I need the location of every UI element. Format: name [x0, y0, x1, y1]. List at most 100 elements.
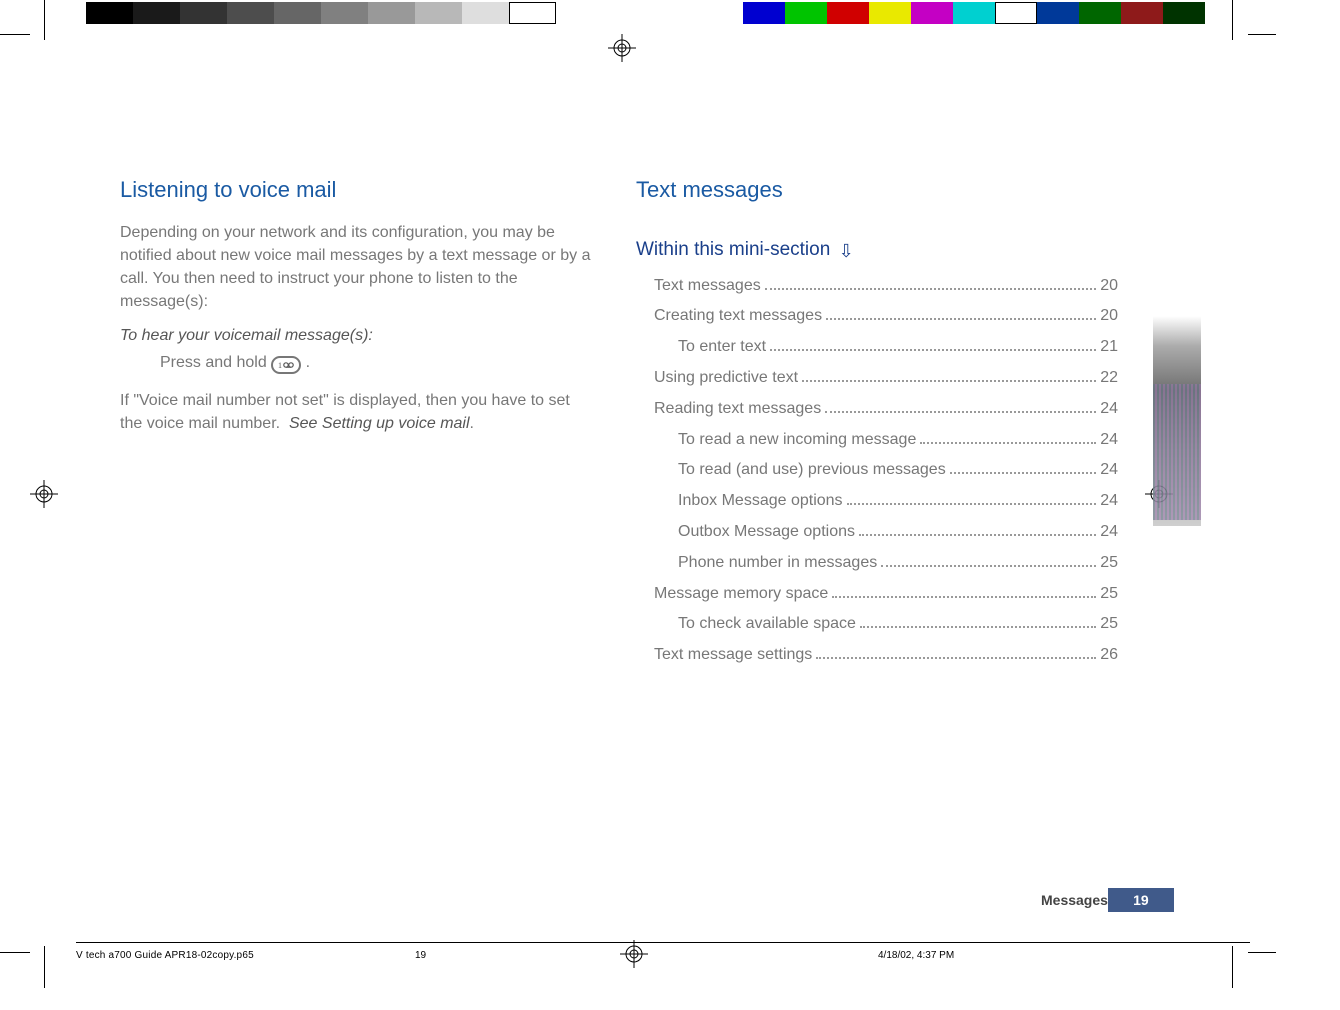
left-column: Listening to voice mail Depending on you… — [120, 176, 595, 449]
registration-mark-icon — [620, 940, 648, 968]
sub-heading: To hear your voicemail message(s): — [120, 327, 595, 345]
toc-row: To read (and use) previous messages 24 — [654, 458, 1118, 483]
meta-sheet: 19 — [415, 950, 426, 961]
toc-label: Reading text messages — [654, 397, 821, 422]
gray-swatch — [86, 2, 133, 24]
thumb-tab-image — [1153, 384, 1201, 520]
toc-label: To enter text — [678, 335, 766, 360]
toc-row: Using predictive text22 — [654, 366, 1118, 391]
body-paragraph: If "Voice mail number not set" is displa… — [120, 389, 595, 435]
gray-swatch — [462, 2, 509, 24]
meta-timestamp: 4/18/02, 4:37 PM — [878, 950, 954, 961]
color-swatch — [1079, 2, 1121, 24]
color-swatch — [1163, 2, 1205, 24]
toc-row: To enter text 21 — [654, 335, 1118, 360]
gray-swatch — [321, 2, 368, 24]
color-swatch — [995, 2, 1037, 24]
toc-label: Message memory space — [654, 582, 828, 607]
gray-swatch — [274, 2, 321, 24]
registration-mark-icon — [30, 480, 58, 508]
toc-row: Inbox Message options 24 — [654, 489, 1118, 514]
gray-swatch — [368, 2, 415, 24]
color-swatch — [911, 2, 953, 24]
toc-label: Outbox Message options — [678, 520, 855, 545]
toc-page: 24 — [1100, 520, 1118, 545]
toc-page: 24 — [1100, 428, 1118, 453]
step-text: . — [306, 354, 310, 371]
toc-page: 21 — [1100, 335, 1118, 360]
section-heading: Text messages — [636, 176, 1118, 205]
crop-mark — [1248, 34, 1276, 35]
toc-row: Phone number in messages 25 — [654, 551, 1118, 576]
toc-label: Text message settings — [654, 643, 812, 668]
gray-swatch — [415, 2, 462, 24]
color-calibration-bar — [743, 2, 1205, 24]
toc-row: Message memory space 25 — [654, 582, 1118, 607]
toc-label: Phone number in messages — [678, 551, 877, 576]
footer-section-label: Messages — [1041, 892, 1108, 908]
gray-swatch — [180, 2, 227, 24]
toc-leader-dots — [770, 349, 1096, 351]
toc-page: 26 — [1100, 643, 1118, 668]
cross-reference: See Setting up voice mail — [289, 415, 470, 432]
toc-page: 22 — [1100, 366, 1118, 391]
crop-mark — [0, 34, 30, 35]
toc-page: 24 — [1100, 489, 1118, 514]
crop-mark — [1248, 952, 1276, 953]
mini-heading-text: Within this mini-section — [636, 239, 830, 260]
table-of-contents: Text messages 20 Creating text messages 20 T… — [636, 274, 1118, 668]
toc-label: To read (and use) previous messages — [678, 458, 946, 483]
toc-row: To check available space 25 — [654, 612, 1118, 637]
toc-leader-dots — [920, 442, 1096, 444]
footer-page-number: 19 — [1108, 888, 1174, 912]
color-swatch — [1121, 2, 1163, 24]
toc-page: 20 — [1100, 274, 1118, 299]
down-arrow-icon: ⇩ — [839, 241, 854, 261]
toc-leader-dots — [802, 380, 1096, 382]
toc-label: Creating text messages — [654, 304, 822, 329]
toc-page: 25 — [1100, 582, 1118, 607]
crop-mark — [1232, 0, 1233, 40]
page-footer: Messages 19 — [1041, 888, 1174, 912]
toc-label: Inbox Message options — [678, 489, 843, 514]
color-swatch — [743, 2, 785, 24]
toc-row: Outbox Message options 24 — [654, 520, 1118, 545]
gray-swatch — [509, 2, 556, 24]
grayscale-calibration-bar — [86, 2, 556, 24]
crop-mark — [44, 946, 45, 988]
toc-page: 25 — [1100, 612, 1118, 637]
toc-leader-dots — [950, 472, 1097, 474]
meta-separator — [76, 942, 1250, 943]
para-text: . — [470, 415, 474, 432]
toc-page: 20 — [1100, 304, 1118, 329]
gray-swatch — [133, 2, 180, 24]
mini-section-heading: Within this mini-section ⇩ — [636, 239, 1118, 262]
toc-page: 24 — [1100, 397, 1118, 422]
meta-filename: V tech a700 Guide APR18-02copy.p65 — [76, 950, 254, 961]
step-text: Press and hold — [160, 354, 267, 371]
toc-leader-dots — [816, 657, 1096, 659]
toc-label: To read a new incoming message — [678, 428, 916, 453]
crop-mark — [0, 952, 30, 953]
toc-leader-dots — [859, 534, 1096, 536]
print-proof-page: Listening to voice mail Depending on you… — [0, 0, 1340, 1010]
toc-label: Text messages — [654, 274, 761, 299]
color-swatch — [869, 2, 911, 24]
color-swatch — [827, 2, 869, 24]
body-paragraph: Depending on your network and its config… — [120, 221, 595, 314]
toc-row: To read a new incoming message 24 — [654, 428, 1118, 453]
voicemail-key-icon: 1 — [271, 356, 301, 374]
svg-text:1: 1 — [278, 361, 282, 370]
toc-leader-dots — [825, 411, 1096, 413]
color-swatch — [953, 2, 995, 24]
toc-page: 24 — [1100, 458, 1118, 483]
gray-swatch — [227, 2, 274, 24]
toc-page: 25 — [1100, 551, 1118, 576]
color-swatch — [1037, 2, 1079, 24]
toc-leader-dots — [881, 565, 1096, 567]
toc-leader-dots — [826, 318, 1096, 320]
toc-leader-dots — [847, 503, 1097, 505]
toc-row: Creating text messages 20 — [654, 304, 1118, 329]
toc-leader-dots — [765, 288, 1096, 290]
toc-label: To check available space — [678, 612, 856, 637]
